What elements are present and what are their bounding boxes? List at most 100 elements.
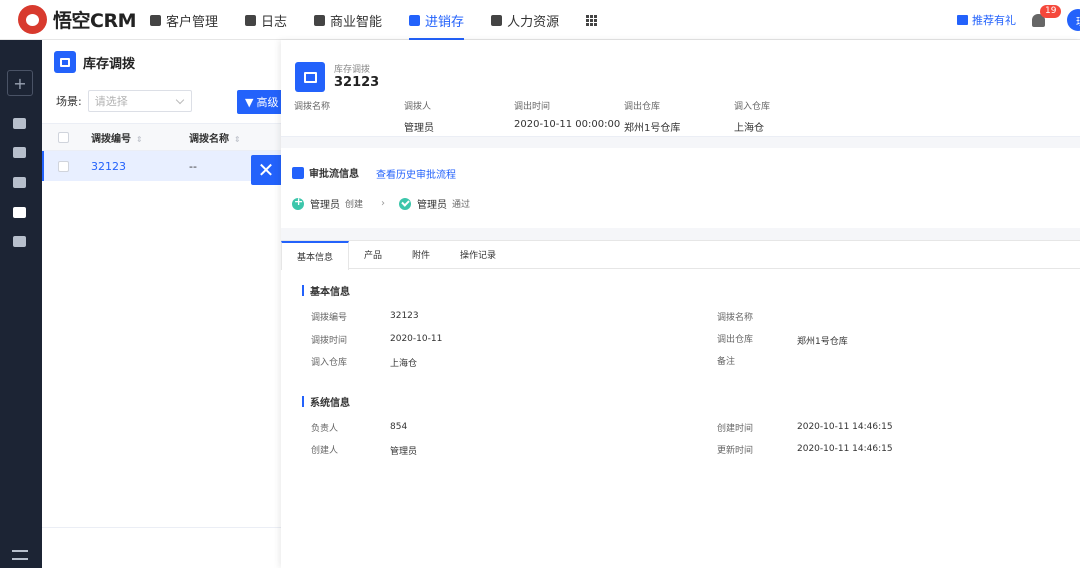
nav-label: 进销存 bbox=[425, 14, 465, 30]
collapse-menu-icon[interactable] bbox=[12, 550, 28, 560]
tab-attachments[interactable]: 附件 bbox=[397, 241, 445, 268]
header-field: 调出仓库 郑州1号仓库 bbox=[624, 99, 734, 134]
step-user: 管理员 bbox=[310, 200, 340, 211]
section-gap bbox=[281, 228, 1080, 240]
field-label: 调入仓库 bbox=[311, 358, 348, 368]
list-header: 库存调拨 bbox=[42, 40, 282, 84]
field-label: 创建人 bbox=[311, 446, 339, 456]
header-field: 调入仓库 上海仓 bbox=[734, 99, 844, 134]
field-label: 备注 bbox=[717, 357, 736, 367]
column-header-name[interactable]: 调拨名称 ⇕ bbox=[189, 130, 269, 145]
warehouse-icon[interactable] bbox=[13, 236, 26, 247]
nav-human-resources[interactable]: 人力资源 bbox=[491, 0, 559, 40]
field-label: 调出仓库 bbox=[717, 335, 754, 345]
field-value: 上海仓 bbox=[390, 359, 418, 369]
chevron-right-icon: › bbox=[381, 198, 386, 209]
apps-grid-icon bbox=[586, 14, 598, 26]
left-sidebar: + bbox=[0, 40, 42, 568]
gift-label: 推荐有礼 bbox=[972, 14, 1016, 27]
select-all-checkbox[interactable] bbox=[58, 131, 69, 143]
inventory-icon bbox=[409, 14, 421, 26]
view-approval-history-link[interactable]: 查看历史审批流程 bbox=[376, 166, 456, 181]
advanced-filter-label: 高级 bbox=[256, 96, 279, 109]
nav-label: 客户管理 bbox=[166, 14, 219, 30]
field-value: 上海仓 bbox=[734, 123, 764, 134]
step-status: 创建 bbox=[345, 200, 364, 210]
notification-badge: 19 bbox=[1040, 4, 1062, 18]
archive-icon bbox=[54, 51, 76, 73]
transfer-detail-panel: 库存调拨 32123 调拨名称 调拨人管理员 调出时间 2020-10-11 00… bbox=[281, 40, 1080, 568]
header-field: 调拨人 管理员 bbox=[404, 99, 514, 134]
step-user: 管理员 bbox=[417, 200, 448, 211]
building-icon bbox=[150, 14, 161, 26]
field-value: 2020-10-11 14:46:15 bbox=[797, 422, 893, 432]
nav-inventory[interactable]: 进销存 bbox=[409, 0, 465, 40]
referral-gift-link[interactable]: 推荐有礼 bbox=[957, 12, 1016, 28]
tab-operation-log[interactable]: 操作记录 bbox=[445, 241, 511, 268]
header-field: 调拨名称 bbox=[294, 99, 404, 134]
close-detail-button[interactable]: ✕ bbox=[251, 155, 281, 185]
table-header: 调拨编号 ⇕ 调拨名称 ⇕ bbox=[42, 123, 282, 151]
notification-bell-icon[interactable]: 19 bbox=[1032, 4, 1062, 27]
main-nav: 客户管理 日志 商业智能 进销存 人力资源 bbox=[150, 0, 624, 40]
nav-customer-management[interactable]: 客户管理 bbox=[150, 0, 218, 40]
tab-basic-info[interactable]: 基本信息 bbox=[281, 241, 350, 270]
filter-icon: ▼ bbox=[245, 95, 254, 109]
column-label: 调拨名称 bbox=[189, 133, 229, 145]
user-avatar[interactable]: 理 bbox=[1067, 9, 1080, 31]
sort-icon[interactable]: ⇕ bbox=[234, 135, 241, 144]
header-field: 调出时间 2020-10-11 00:00:00 bbox=[514, 99, 624, 134]
transfer-table: 调拨编号 ⇕ 调拨名称 ⇕ 32123 -- bbox=[42, 123, 282, 181]
transfer-number-link[interactable]: 32123 bbox=[91, 160, 189, 173]
field-label: 调拨时间 bbox=[311, 336, 348, 346]
field-value: 2020-10-11 00:00:00 bbox=[514, 119, 621, 130]
field-value: 管理员 bbox=[404, 123, 434, 134]
tag-icon[interactable] bbox=[13, 177, 26, 188]
transfer-archive-icon[interactable] bbox=[13, 207, 26, 218]
field-label: 调拨编号 bbox=[311, 313, 348, 323]
sort-icon[interactable]: ⇕ bbox=[136, 135, 143, 144]
nav-journal[interactable]: 日志 bbox=[245, 0, 287, 40]
approval-title-text: 审批流信息 bbox=[309, 169, 359, 180]
nav-label: 人力资源 bbox=[507, 14, 560, 30]
section-gap bbox=[281, 137, 1080, 148]
scene-filter: 场景: 请选择 bbox=[56, 90, 192, 112]
scene-select[interactable]: 请选择 bbox=[87, 90, 192, 112]
column-header-number[interactable]: 调拨编号 ⇕ bbox=[91, 130, 189, 145]
scene-label: 场景: bbox=[56, 95, 82, 108]
people-icon bbox=[491, 14, 503, 26]
column-label: 调拨编号 bbox=[91, 133, 131, 145]
nav-label: 日志 bbox=[261, 14, 288, 30]
cart-icon[interactable] bbox=[13, 118, 26, 129]
list-title: 库存调拨 bbox=[83, 56, 136, 72]
field-label: 调出时间 bbox=[514, 102, 551, 112]
row-checkbox[interactable] bbox=[58, 160, 69, 172]
field-value: 郑州1号仓库 bbox=[624, 123, 681, 134]
table-row[interactable]: 32123 -- bbox=[42, 151, 282, 181]
top-right-tools: 推荐有礼 19 理 bbox=[957, 0, 1080, 40]
app-logo[interactable]: 悟空CRM bbox=[18, 5, 136, 34]
nav-label: 商业智能 bbox=[330, 14, 383, 30]
system-info-section-title: 系统信息 bbox=[302, 394, 350, 409]
field-value: 管理员 bbox=[390, 447, 418, 457]
quick-add-button[interactable]: + bbox=[7, 70, 33, 96]
user-icon bbox=[292, 166, 304, 179]
monkey-logo-icon bbox=[18, 5, 47, 34]
field-value: 32123 bbox=[390, 311, 419, 321]
field-label: 调拨人 bbox=[404, 102, 432, 112]
field-label: 创建时间 bbox=[717, 424, 754, 434]
field-value: 854 bbox=[390, 422, 408, 432]
nav-more-apps[interactable] bbox=[586, 0, 598, 40]
field-label: 调拨名称 bbox=[294, 102, 331, 112]
journal-icon bbox=[245, 14, 257, 26]
detail-subtitle: 库存调拨 bbox=[334, 65, 371, 75]
field-label: 负责人 bbox=[311, 424, 339, 434]
detail-title: 32123 bbox=[334, 75, 380, 90]
field-value: 2020-10-11 bbox=[390, 334, 443, 344]
box-icon[interactable] bbox=[13, 147, 26, 158]
create-step-icon bbox=[292, 195, 304, 210]
archive-icon bbox=[295, 62, 325, 92]
tab-products[interactable]: 产品 bbox=[349, 241, 397, 268]
nav-business-intelligence[interactable]: 商业智能 bbox=[314, 0, 382, 40]
advanced-filter-button[interactable]: ▼ 高级 bbox=[237, 90, 282, 114]
